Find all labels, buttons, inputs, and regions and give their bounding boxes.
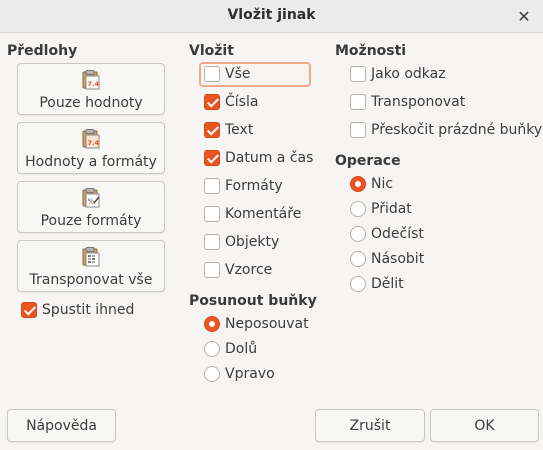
paste-values-formats-icon: 7.4 (82, 129, 100, 149)
close-button[interactable]: ✕ (513, 5, 535, 27)
paste-datetime-checkbox[interactable]: Datum a čas (204, 147, 313, 169)
paste-transpose-icon (82, 247, 100, 267)
operation-heading: Operace (335, 153, 401, 169)
window-title: Vložit jinak (227, 7, 316, 23)
preset-values-formats-button[interactable]: 7.4 Hodnoty a formáty (17, 122, 165, 174)
preset-values-only-button[interactable]: 7.4 Pouze hodnoty (17, 63, 165, 115)
preset-values-only-label: Pouze hodnoty (39, 95, 143, 111)
ok-button[interactable]: OK (430, 409, 539, 442)
shift-none-radio[interactable]: Neposouvat (204, 313, 309, 335)
presets-heading: Předlohy (7, 43, 78, 59)
paste-numbers-checkbox[interactable]: Čísla (204, 91, 258, 113)
paste-formats-icon: % (82, 188, 100, 208)
paste-comments-checkbox[interactable]: Komentáře (204, 203, 301, 225)
paste-all-checkbox[interactable]: Vše (204, 63, 250, 85)
svg-text:7.4: 7.4 (88, 80, 100, 88)
svg-text:%: % (88, 198, 95, 206)
help-button[interactable]: Nápověda (7, 409, 116, 442)
paste-values-icon: 7.4 (82, 70, 100, 90)
cancel-button[interactable]: Zrušit (315, 409, 425, 442)
shift-right-radio[interactable]: Vpravo (204, 363, 275, 385)
operation-divide-radio[interactable]: Dělit (350, 273, 404, 295)
svg-text:7.4: 7.4 (88, 139, 100, 147)
run-immediately-label: Spustit ihned (42, 302, 135, 318)
preset-transpose-all-button[interactable]: Transponovat vše (17, 240, 165, 292)
run-immediately-checkbox[interactable]: Spustit ihned (21, 299, 134, 321)
close-icon: ✕ (517, 6, 531, 26)
shift-cells-heading: Posunout buňky (189, 293, 317, 309)
option-as-link-checkbox[interactable]: Jako odkaz (350, 63, 446, 85)
paste-text-checkbox[interactable]: Text (204, 119, 253, 141)
preset-formats-only-label: Pouze formáty (40, 213, 142, 229)
paste-formulas-checkbox[interactable]: Vzorce (204, 259, 272, 281)
title-bar: Vložit jinak ✕ (0, 0, 543, 33)
options-heading: Možnosti (335, 43, 407, 59)
paste-heading: Vložit (189, 43, 234, 59)
paste-objects-checkbox[interactable]: Objekty (204, 231, 279, 253)
operation-add-radio[interactable]: Přidat (350, 198, 412, 220)
operation-multiply-radio[interactable]: Násobit (350, 248, 424, 270)
operation-subtract-radio[interactable]: Odečíst (350, 223, 424, 245)
option-skip-empty-checkbox[interactable]: Přeskočit prázdné buňky (350, 119, 542, 141)
operation-none-radio[interactable]: Nic (350, 173, 393, 195)
run-immediately-check-icon[interactable] (21, 302, 37, 318)
paste-formats-checkbox[interactable]: Formáty (204, 175, 283, 197)
preset-values-formats-label: Hodnoty a formáty (25, 154, 157, 170)
preset-transpose-all-label: Transponovat vše (29, 272, 153, 288)
shift-down-radio[interactable]: Dolů (204, 338, 257, 360)
option-transpose-checkbox[interactable]: Transponovat (350, 91, 465, 113)
preset-formats-only-button[interactable]: % Pouze formáty (17, 181, 165, 233)
